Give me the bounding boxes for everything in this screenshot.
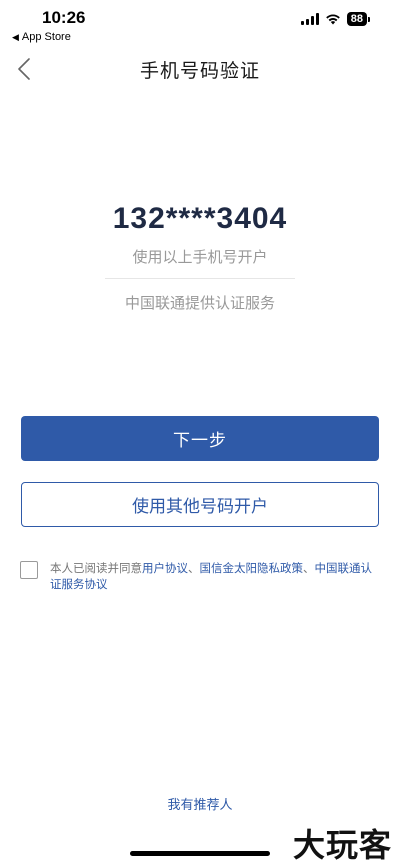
wifi-icon (325, 14, 340, 25)
provider-text: 中国联通提供认证服务 (124, 294, 275, 312)
cellular-signal-icon (300, 13, 319, 25)
user-agreement-link[interactable]: 用户协议 (142, 561, 188, 575)
privacy-policy-link[interactable]: 国信金太阳隐私政策 (200, 561, 304, 575)
back-to-app-link[interactable]: ◀ App Store (12, 31, 71, 43)
divider (105, 278, 295, 279)
watermark: 大玩客 (292, 826, 392, 864)
home-indicator (130, 851, 270, 856)
nav-bar: 手机号码验证 (0, 50, 400, 90)
back-triangle-icon: ◀ (12, 31, 19, 42)
phone-subtitle: 使用以上手机号开户 (132, 248, 268, 266)
status-bar: 10:26 ◀ App Store 88 (0, 0, 400, 46)
battery-level: 88 (346, 12, 367, 26)
masked-phone-number: 132****3404 (112, 202, 288, 235)
battery-icon: 88 (346, 12, 370, 26)
back-app-label: App Store (21, 31, 71, 43)
agreement-text: 本人已阅读并同意用户协议、国信金太阳隐私政策、中国联通认证服务协议 (50, 560, 382, 592)
next-step-button[interactable]: 下一步 (21, 416, 379, 461)
agreement-prefix: 本人已阅读并同意 (50, 561, 142, 575)
referrer-link[interactable]: 我有推荐人 (0, 794, 400, 813)
status-icons: 88 (300, 12, 370, 26)
agreement-checkbox[interactable] (20, 561, 38, 579)
page-title: 手机号码验证 (139, 60, 260, 82)
use-other-number-button[interactable]: 使用其他号码开户 (21, 482, 379, 527)
status-time: 10:26 (42, 8, 86, 27)
agreement-separator: 、 (188, 561, 200, 575)
agreement-separator: 、 (303, 561, 315, 575)
